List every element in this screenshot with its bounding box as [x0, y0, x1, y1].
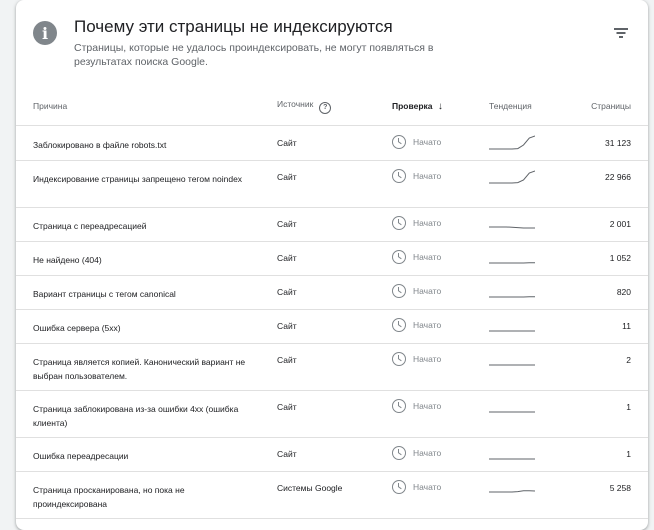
trend-line — [489, 136, 535, 149]
table-row[interactable]: Индексирование страницы запрещено тегом … — [16, 160, 648, 208]
filter-icon[interactable] — [614, 26, 628, 40]
trend-sparkline — [489, 397, 535, 417]
clock-icon — [392, 446, 406, 460]
trend-sparkline — [489, 214, 535, 234]
status-cell: Начато — [392, 169, 441, 183]
table-row[interactable]: Страница является копией. Канонический в… — [16, 343, 648, 391]
status-label: Начато — [413, 448, 441, 458]
source-cell: Сайт — [277, 253, 297, 263]
trend-sparkline — [489, 167, 535, 187]
trend-sparkline — [489, 133, 535, 153]
info-icon: i — [33, 21, 57, 45]
clock-icon — [392, 352, 406, 366]
status-cell: Начато — [392, 352, 441, 366]
clock-icon — [392, 399, 406, 413]
source-cell: Сайт — [277, 402, 297, 412]
pages-count: 31 123 — [605, 138, 631, 148]
clock-icon — [392, 318, 406, 332]
status-label: Начато — [413, 401, 441, 411]
trend-sparkline — [489, 316, 535, 336]
trend-sparkline — [489, 248, 535, 268]
status-cell: Начато — [392, 284, 441, 298]
status-cell: Начато — [392, 250, 441, 264]
source-cell: Сайт — [277, 355, 297, 365]
status-cell: Начато — [392, 399, 441, 413]
column-header-pages[interactable]: Страницы — [591, 101, 631, 111]
trend-line — [489, 227, 535, 228]
pages-count: 1 — [626, 449, 631, 459]
column-header-reason[interactable]: Причина — [33, 101, 67, 111]
card-title: Почему эти страницы не индексируются — [74, 17, 393, 37]
table-header: Причина Источник? Проверка ↓ Тенденция С… — [16, 90, 648, 126]
table-row[interactable]: Заблокировано в файле robots.txt Сайт Нача… — [16, 126, 648, 161]
status-label: Начато — [413, 320, 441, 330]
clock-icon — [392, 169, 406, 183]
pages-count: 2 001 — [610, 219, 631, 229]
status-label: Начато — [413, 482, 441, 492]
status-label: Начато — [413, 171, 441, 181]
trend-line — [489, 171, 535, 183]
reason-cell: Страница является копией. Канонический в… — [33, 355, 248, 383]
status-label: Начато — [413, 218, 441, 228]
reason-cell: Заблокировано в файле robots.txt — [33, 138, 248, 152]
table-row[interactable]: Страница с переадресацией Сайт Начато 2 001 — [16, 207, 648, 242]
trend-sparkline — [489, 478, 535, 498]
pages-count: 22 966 — [605, 172, 631, 182]
status-label: Начато — [413, 252, 441, 262]
pages-count: 1 052 — [610, 253, 631, 263]
status-cell: Начато — [392, 318, 441, 332]
clock-icon — [392, 216, 406, 230]
source-cell: Сайт — [277, 219, 297, 229]
clock-icon — [392, 250, 406, 264]
status-label: Начато — [413, 354, 441, 364]
column-header-source[interactable]: Источник? — [277, 99, 331, 114]
trend-line — [489, 491, 535, 492]
status-cell: Начато — [392, 135, 441, 149]
clock-icon — [392, 135, 406, 149]
reason-cell: Ошибка сервера (5xx) — [33, 321, 248, 335]
source-cell: Системы Google — [277, 483, 342, 493]
status-cell: Начато — [392, 446, 441, 460]
pages-count: 820 — [617, 287, 631, 297]
source-cell: Сайт — [277, 321, 297, 331]
source-cell: Сайт — [277, 138, 297, 148]
arrow-down-icon: ↓ — [438, 101, 443, 112]
status-label: Начато — [413, 286, 441, 296]
table-row[interactable]: Ошибка сервера (5xx) Сайт Начато 11 — [16, 309, 648, 344]
card-subtitle: Страницы, которые не удалось проиндексир… — [74, 41, 474, 69]
help-icon[interactable]: ? — [319, 102, 331, 114]
source-cell: Сайт — [277, 172, 297, 182]
pages-count: 2 — [626, 355, 631, 365]
column-header-trend[interactable]: Тенденция — [489, 101, 532, 111]
table-row[interactable]: Вариант страницы с тегом canonical Сайт На… — [16, 275, 648, 310]
pages-count: 11 — [622, 321, 631, 331]
trend-sparkline — [489, 444, 535, 464]
table-row[interactable]: Страница заблокирована из-за ошибки 4xx … — [16, 390, 648, 438]
pages-count: 5 258 — [610, 483, 631, 493]
trend-sparkline — [489, 350, 535, 370]
status-cell: Начато — [392, 480, 441, 494]
source-cell: Сайт — [277, 287, 297, 297]
reason-cell: Страница заблокирована из-за ошибки 4xx … — [33, 402, 248, 430]
reason-cell: Страница просканирована, но пока не прои… — [33, 483, 248, 511]
clock-icon — [392, 480, 406, 494]
trend-sparkline — [489, 282, 535, 302]
indexing-issues-card: i Почему эти страницы не индексируются С… — [16, 0, 648, 530]
status-cell: Начато — [392, 216, 441, 230]
pages-count: 1 — [626, 402, 631, 412]
clock-icon — [392, 284, 406, 298]
column-header-status[interactable]: Проверка ↓ — [392, 101, 443, 112]
table-row[interactable]: Не найдено (404) Сайт Начато 1 052 — [16, 241, 648, 276]
reason-cell: Страница с переадресацией — [33, 219, 248, 233]
reason-cell: Индексирование страницы запрещено тегом … — [33, 172, 248, 186]
source-cell: Сайт — [277, 449, 297, 459]
reason-cell: Ошибка переадресации — [33, 449, 248, 463]
reason-cell: Вариант страницы с тегом canonical — [33, 287, 248, 301]
table-row[interactable]: Ошибка переадресации Сайт Начато 1 — [16, 437, 648, 472]
status-label: Начато — [413, 137, 441, 147]
reason-cell: Не найдено (404) — [33, 253, 248, 267]
card-header: i Почему эти страницы не индексируются С… — [16, 0, 648, 90]
